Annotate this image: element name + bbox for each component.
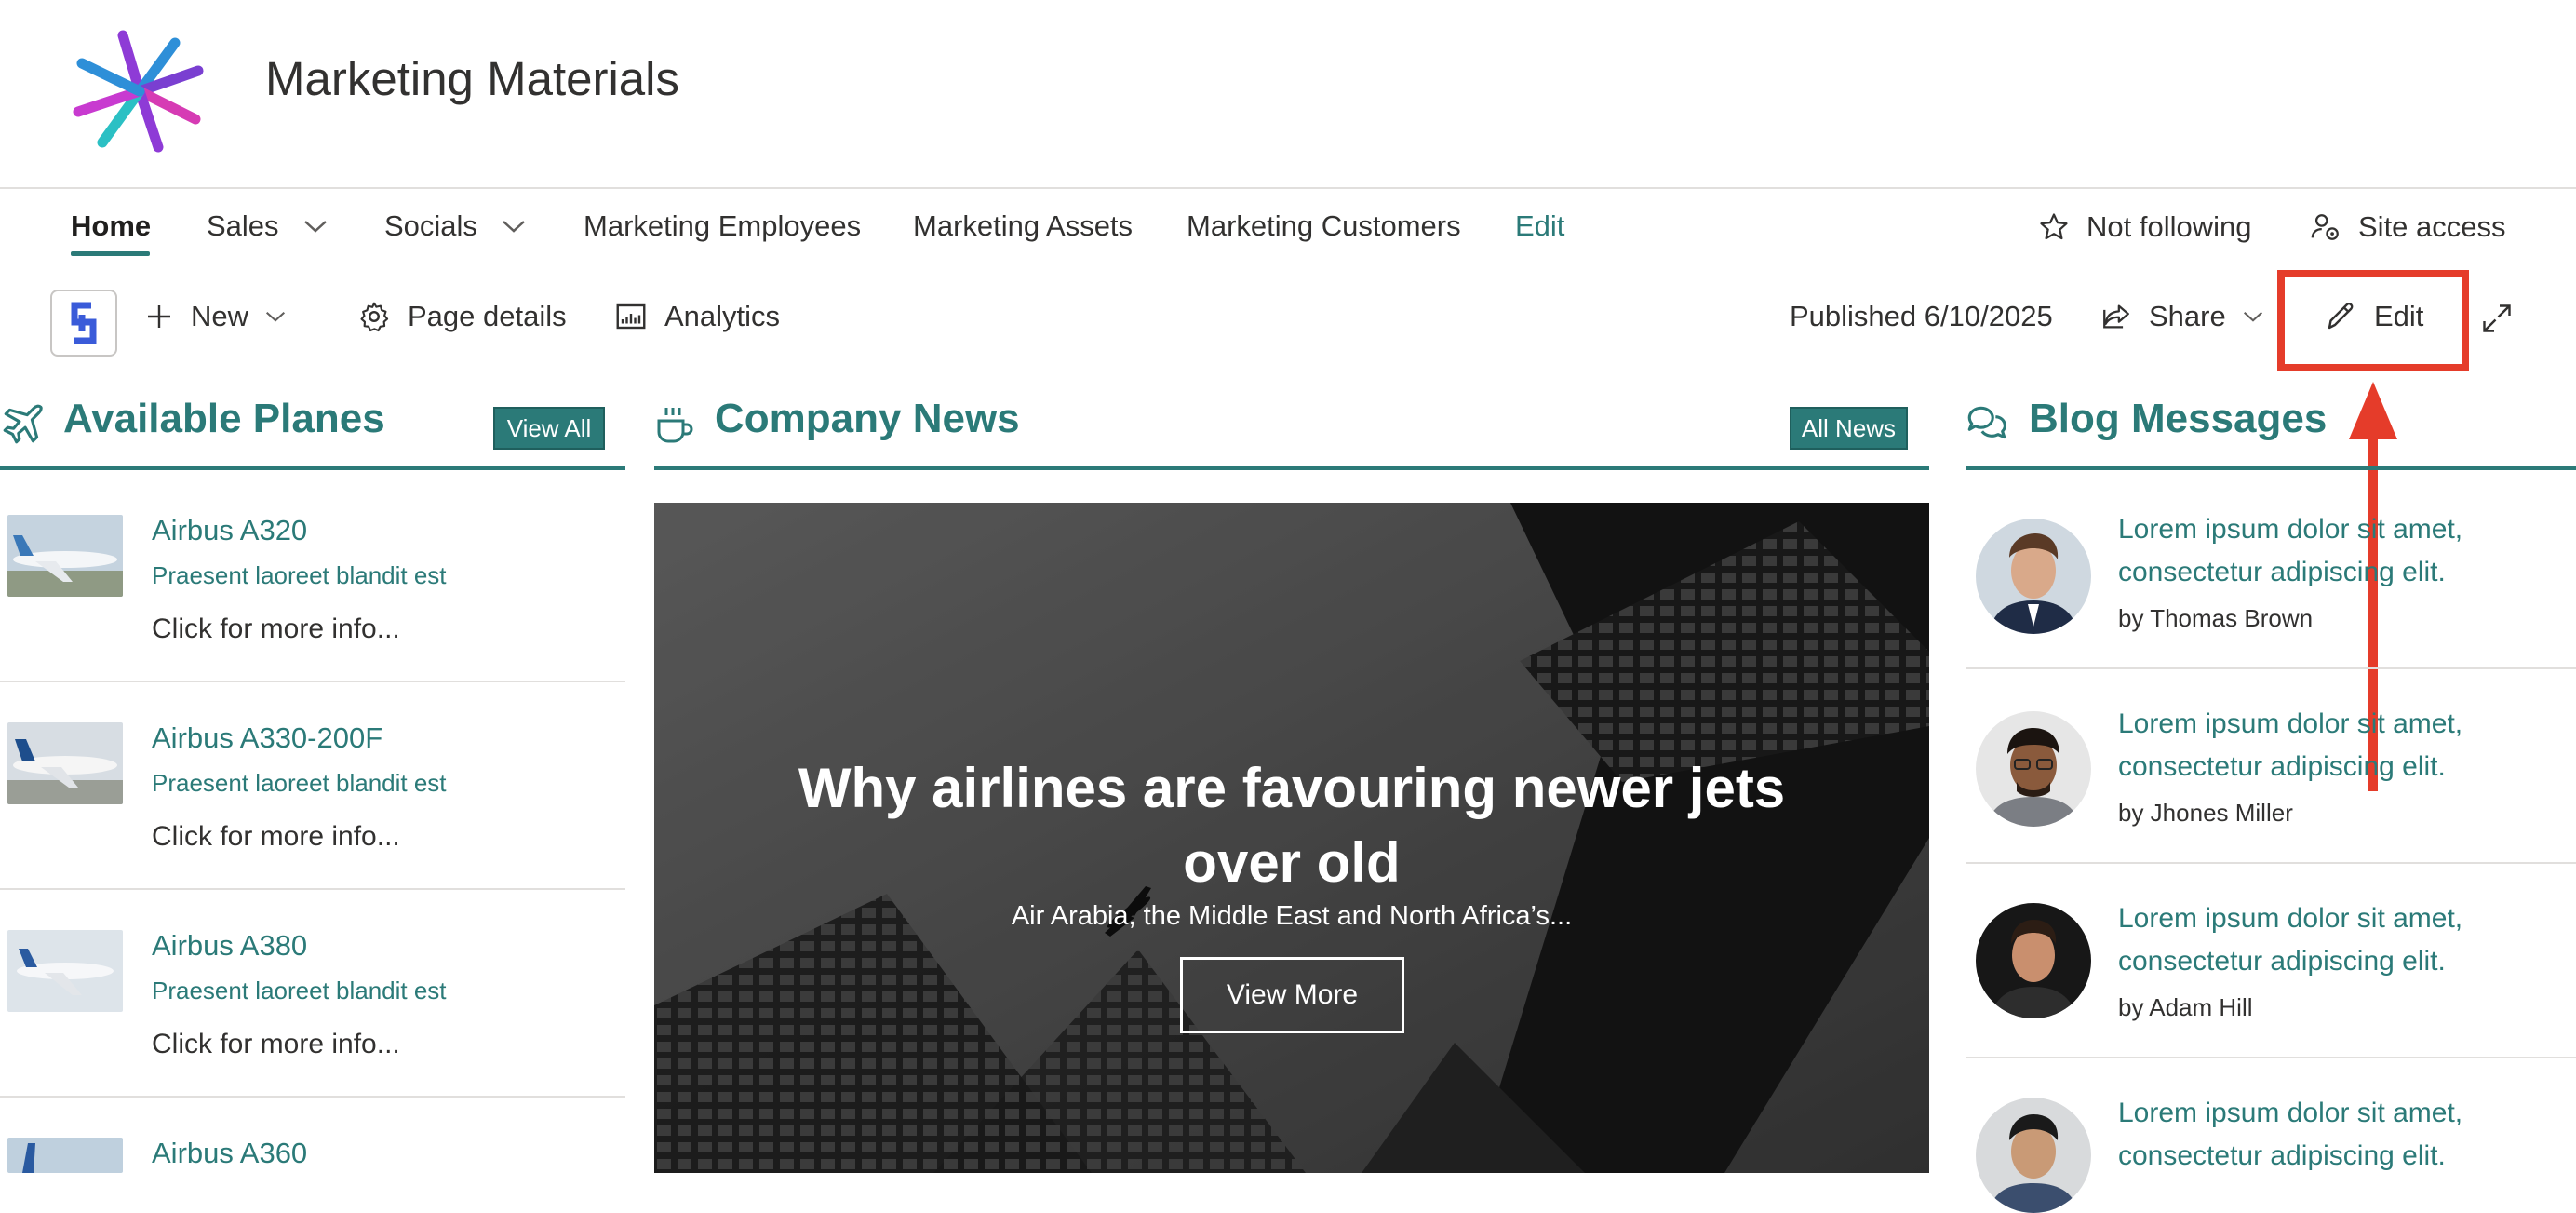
- page-details-label: Page details: [408, 300, 567, 332]
- site-access-button[interactable]: Site access: [2310, 210, 2506, 244]
- news-section-title: Company News: [715, 396, 1020, 441]
- share-label: Share: [2149, 300, 2226, 332]
- nav-sales[interactable]: Sales: [207, 209, 328, 243]
- nav-label: Marketing Employees: [584, 209, 862, 242]
- blog-list-item[interactable]: Lorem ipsum dolor sit amet, consectetur …: [1966, 669, 2576, 864]
- blog-list-item[interactable]: Lorem ipsum dolor sit amet, consectetur …: [1966, 864, 2576, 1058]
- nav-active-indicator: [71, 251, 150, 256]
- site-access-label: Site access: [2358, 210, 2506, 243]
- blog-message[interactable]: Lorem ipsum dolor sit amet, consectetur …: [2118, 897, 2546, 983]
- blog-section-rule: [1966, 466, 2576, 470]
- blog-author: by Jhones Miller: [2118, 799, 2293, 827]
- gear-icon: [360, 302, 389, 332]
- blog-message[interactable]: Lorem ipsum dolor sit amet, consectetur …: [2118, 703, 2546, 788]
- plane-list-item[interactable]: Airbus A330-200F Praesent laoreet blandi…: [0, 682, 625, 890]
- star-icon: [2040, 213, 2068, 240]
- news-summary: Air Arabia, the Middle East and North Af…: [1011, 901, 1573, 931]
- blog-list-item[interactable]: Lorem ipsum dolor sit amet, consectetur …: [1966, 1058, 2576, 1213]
- blog-author: by Thomas Brown: [2118, 604, 2314, 632]
- published-label: Published 6/10/2025: [1790, 300, 2053, 332]
- site-logo[interactable]: [65, 26, 214, 156]
- nav-socials[interactable]: Socials: [384, 209, 526, 243]
- new-label: New: [191, 300, 249, 332]
- planes-section-title: Available Planes: [63, 396, 385, 441]
- nav-marketing-assets[interactable]: Marketing Assets: [913, 209, 1133, 243]
- blog-list-item[interactable]: Lorem ipsum dolor sit amet, consectetur …: [1966, 475, 2576, 669]
- analytics-button[interactable]: Analytics: [614, 300, 780, 333]
- plane-description: Praesent laoreet blandit est: [152, 769, 447, 797]
- edit-highlight-box: [2277, 270, 2469, 371]
- nav-marketing-employees[interactable]: Marketing Employees: [584, 209, 861, 243]
- nav-home[interactable]: Home: [71, 209, 151, 243]
- expand-icon: [2483, 304, 2511, 332]
- plane-name[interactable]: Airbus A360: [152, 1137, 307, 1170]
- plane-more-info[interactable]: Click for more info...: [152, 821, 400, 853]
- plane-thumbnail: [7, 722, 123, 804]
- plane-list-item[interactable]: Airbus A380 Praesent laoreet blandit est…: [0, 890, 625, 1098]
- sharepoint-app-icon[interactable]: [50, 290, 117, 357]
- people-settings-icon: [2311, 214, 2339, 240]
- view-more-button[interactable]: View More: [1180, 957, 1404, 1033]
- nav-label: Edit: [1515, 209, 1565, 242]
- news-headline[interactable]: Why airlines are favouring newer jets ov…: [654, 751, 1929, 900]
- nav-home-label: Home: [71, 209, 152, 242]
- plane-description: Praesent laoreet blandit est: [152, 977, 447, 1004]
- analytics-icon: [616, 303, 646, 330]
- plane-list-item[interactable]: Airbus A320 Praesent laoreet blandit est…: [0, 475, 625, 682]
- follow-label: Not following: [2086, 210, 2252, 243]
- new-button[interactable]: New: [144, 300, 286, 333]
- avatar: [1976, 519, 2091, 634]
- chevron-down-icon: [2243, 311, 2262, 322]
- plane-name[interactable]: Airbus A330-200F: [152, 721, 382, 755]
- published-status: Published 6/10/2025: [1790, 300, 2053, 333]
- share-button[interactable]: Share: [2100, 300, 2263, 333]
- chat-bubbles-icon: [1967, 406, 2006, 439]
- plane-thumbnail: [7, 1138, 123, 1173]
- avatar: [1976, 1098, 2091, 1213]
- nav-label: Marketing Customers: [1187, 209, 1461, 242]
- plane-more-info[interactable]: Click for more info...: [152, 613, 400, 645]
- coffee-cup-icon: [657, 408, 693, 443]
- plus-icon: [148, 305, 170, 328]
- view-all-button[interactable]: View All: [493, 407, 605, 450]
- plane-name[interactable]: Airbus A380: [152, 929, 307, 963]
- plane-name[interactable]: Airbus A320: [152, 514, 307, 547]
- plane-list-item[interactable]: Airbus A360: [0, 1098, 625, 1173]
- news-hero-card[interactable]: Why airlines are favouring newer jets ov…: [654, 503, 1929, 1173]
- expand-button[interactable]: [2480, 302, 2514, 340]
- site-title[interactable]: Marketing Materials: [265, 51, 679, 106]
- blog-message[interactable]: Lorem ipsum dolor sit amet, consectetur …: [2118, 508, 2546, 594]
- plane-thumbnail: [7, 515, 123, 597]
- chevron-down-icon: [265, 311, 286, 322]
- plane-description: Praesent laoreet blandit est: [152, 561, 447, 589]
- airplane-icon: [3, 404, 43, 444]
- nav-label: Marketing Assets: [913, 209, 1134, 242]
- blog-section-title: Blog Messages: [2029, 396, 2328, 441]
- blog-message[interactable]: Lorem ipsum dolor sit amet, consectetur …: [2118, 1092, 2546, 1178]
- chevron-down-icon: [503, 221, 525, 233]
- nav-socials-label: Socials: [384, 209, 477, 242]
- planes-section-rule: [0, 466, 625, 470]
- blog-author: by Adam Hill: [2118, 993, 2253, 1021]
- site-header: Marketing Materials: [0, 0, 2576, 189]
- news-section-rule: [654, 466, 1929, 470]
- all-news-button[interactable]: All News: [1790, 407, 1908, 450]
- nav-marketing-customers[interactable]: Marketing Customers: [1187, 209, 1461, 243]
- follow-button[interactable]: Not following: [2038, 210, 2251, 244]
- chevron-down-icon: [303, 221, 327, 233]
- app-logo-icon: [71, 302, 97, 344]
- share-icon: [2103, 304, 2129, 329]
- avatar: [1976, 711, 2091, 827]
- plane-more-info[interactable]: Click for more info...: [152, 1029, 400, 1060]
- nav-sales-label: Sales: [207, 209, 279, 242]
- avatar: [1976, 903, 2091, 1018]
- analytics-label: Analytics: [664, 300, 781, 332]
- plane-thumbnail: [7, 930, 123, 1012]
- page-details-button[interactable]: Page details: [357, 300, 567, 333]
- nav-edit-link[interactable]: Edit: [1515, 209, 1564, 243]
